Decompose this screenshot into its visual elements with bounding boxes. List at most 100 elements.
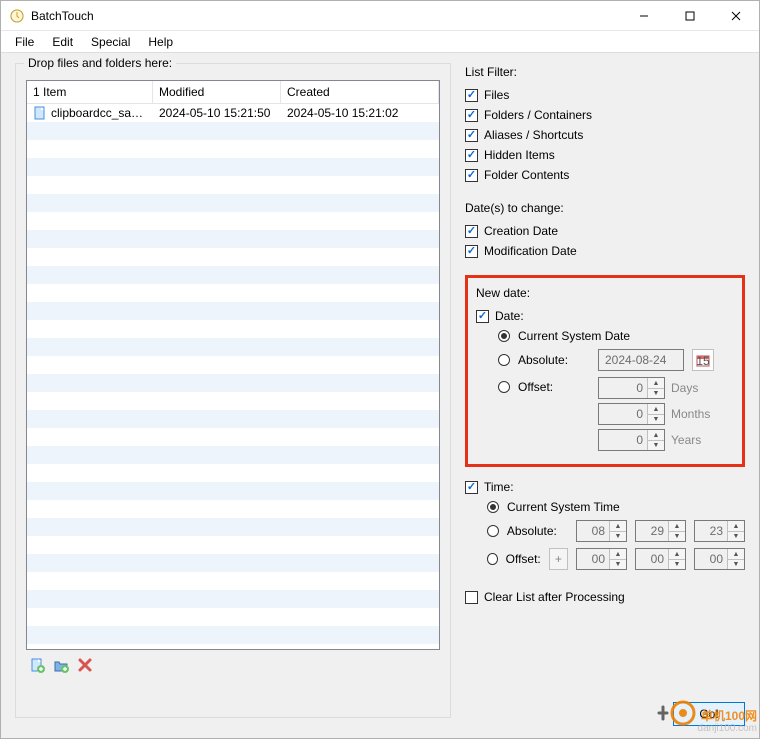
- add-file-button[interactable]: [28, 656, 46, 674]
- add-folder-button[interactable]: [52, 656, 70, 674]
- offset-h-input[interactable]: ▲▼: [576, 548, 627, 570]
- table-row[interactable]: [27, 446, 439, 464]
- table-row[interactable]: [27, 122, 439, 140]
- table-row[interactable]: [27, 392, 439, 410]
- table-row[interactable]: [27, 626, 439, 644]
- go-button[interactable]: Go!: [673, 702, 745, 726]
- table-row[interactable]: [27, 554, 439, 572]
- table-row[interactable]: [27, 518, 439, 536]
- radio-offset-date[interactable]: [498, 381, 510, 393]
- spin-up-icon[interactable]: ▲: [610, 549, 626, 559]
- spin-up-icon[interactable]: ▲: [610, 521, 626, 531]
- time-s-input[interactable]: ▲▼: [694, 520, 745, 542]
- spin-down-icon[interactable]: ▼: [610, 531, 626, 541]
- spin-up-icon[interactable]: ▲: [669, 549, 685, 559]
- table-row[interactable]: [27, 608, 439, 626]
- radio-absolute-date[interactable]: [498, 354, 510, 366]
- table-row[interactable]: [27, 644, 439, 649]
- absolute-date-input[interactable]: 2024-08-24: [598, 349, 684, 371]
- spin-down-icon[interactable]: ▼: [648, 414, 664, 424]
- col-created[interactable]: Created: [281, 81, 439, 103]
- spin-down-icon[interactable]: ▼: [648, 440, 664, 450]
- table-row[interactable]: [27, 320, 439, 338]
- check-date[interactable]: Date:: [476, 306, 734, 326]
- table-row[interactable]: [27, 158, 439, 176]
- table-row[interactable]: [27, 356, 439, 374]
- spin-down-icon[interactable]: ▼: [728, 531, 744, 541]
- radio-current-time[interactable]: [487, 501, 499, 513]
- table-row[interactable]: clipboardcc_save...2024-05-10 15:21:5020…: [27, 104, 439, 122]
- table-row[interactable]: [27, 374, 439, 392]
- table-row[interactable]: [27, 338, 439, 356]
- table-row[interactable]: [27, 428, 439, 446]
- table-row[interactable]: [27, 212, 439, 230]
- table-row[interactable]: [27, 140, 439, 158]
- check-clear-list[interactable]: Clear List after Processing: [465, 587, 745, 607]
- time-m-input[interactable]: ▲▼: [635, 520, 686, 542]
- spin-down-icon[interactable]: ▼: [610, 559, 626, 569]
- calendar-button[interactable]: 15: [692, 349, 714, 371]
- time-h-input[interactable]: ▲▼: [576, 520, 627, 542]
- spin-up-icon[interactable]: ▲: [669, 521, 685, 531]
- table-row[interactable]: [27, 464, 439, 482]
- table-row[interactable]: [27, 248, 439, 266]
- menu-edit[interactable]: Edit: [44, 33, 81, 51]
- col-modified[interactable]: Modified: [153, 81, 281, 103]
- table-row[interactable]: [27, 482, 439, 500]
- offset-sign-button[interactable]: +: [549, 548, 568, 570]
- table-row[interactable]: [27, 536, 439, 554]
- table-row[interactable]: [27, 176, 439, 194]
- offset-days-input[interactable]: ▲▼: [598, 377, 665, 399]
- spin-up-icon[interactable]: ▲: [728, 549, 744, 559]
- filter-aliases[interactable]: Aliases / Shortcuts: [465, 125, 745, 145]
- radio-absolute-time[interactable]: [487, 525, 499, 537]
- table-row[interactable]: [27, 500, 439, 518]
- table-row[interactable]: [27, 590, 439, 608]
- filter-hidden[interactable]: Hidden Items: [465, 145, 745, 165]
- remove-button[interactable]: [76, 656, 94, 674]
- spin-up-icon[interactable]: ▲: [648, 404, 664, 414]
- table-row[interactable]: [27, 266, 439, 284]
- menu-file[interactable]: File: [7, 33, 42, 51]
- radio-offset-date-row: Offset: ▲▼ Days ▲▼ Months ▲▼ Years: [476, 374, 734, 454]
- cell-modified: 2024-05-10 15:21:50: [153, 106, 281, 120]
- menu-help[interactable]: Help: [140, 33, 181, 51]
- spin-down-icon[interactable]: ▼: [728, 559, 744, 569]
- checkbox-icon: [465, 89, 478, 102]
- checkbox-icon: [465, 225, 478, 238]
- col-count[interactable]: 1 Item: [27, 81, 153, 103]
- maximize-button[interactable]: [667, 1, 713, 30]
- new-date-section: New date: Date: Current System Date Abso…: [465, 275, 745, 467]
- radio-offset-time[interactable]: [487, 553, 498, 565]
- table-row[interactable]: [27, 284, 439, 302]
- file-list[interactable]: 1 Item Modified Created clipboardcc_save…: [26, 80, 440, 650]
- filter-files[interactable]: Files: [465, 85, 745, 105]
- spin-down-icon[interactable]: ▼: [669, 531, 685, 541]
- radio-current-date[interactable]: [498, 330, 510, 342]
- close-button[interactable]: [713, 1, 759, 30]
- filter-contents[interactable]: Folder Contents: [465, 165, 745, 185]
- spin-up-icon[interactable]: ▲: [648, 378, 664, 388]
- spin-down-icon[interactable]: ▼: [669, 559, 685, 569]
- offset-months-input[interactable]: ▲▼: [598, 403, 665, 425]
- minimize-button[interactable]: [621, 1, 667, 30]
- spin-down-icon[interactable]: ▼: [648, 388, 664, 398]
- radio-current-date-row: Current System Date: [476, 326, 734, 346]
- filter-folders[interactable]: Folders / Containers: [465, 105, 745, 125]
- table-row[interactable]: [27, 230, 439, 248]
- menu-special[interactable]: Special: [83, 33, 138, 51]
- table-row[interactable]: [27, 572, 439, 590]
- check-time[interactable]: Time:: [465, 477, 745, 497]
- table-row[interactable]: [27, 302, 439, 320]
- check-creation[interactable]: Creation Date: [465, 221, 745, 241]
- spin-up-icon[interactable]: ▲: [648, 430, 664, 440]
- offset-m-input[interactable]: ▲▼: [635, 548, 686, 570]
- offset-s-input[interactable]: ▲▼: [694, 548, 745, 570]
- file-icon: [33, 106, 47, 120]
- check-modification[interactable]: Modification Date: [465, 241, 745, 261]
- offset-years-input[interactable]: ▲▼: [598, 429, 665, 451]
- table-row[interactable]: [27, 194, 439, 212]
- spin-up-icon[interactable]: ▲: [728, 521, 744, 531]
- table-row[interactable]: [27, 410, 439, 428]
- app-icon: [9, 8, 25, 24]
